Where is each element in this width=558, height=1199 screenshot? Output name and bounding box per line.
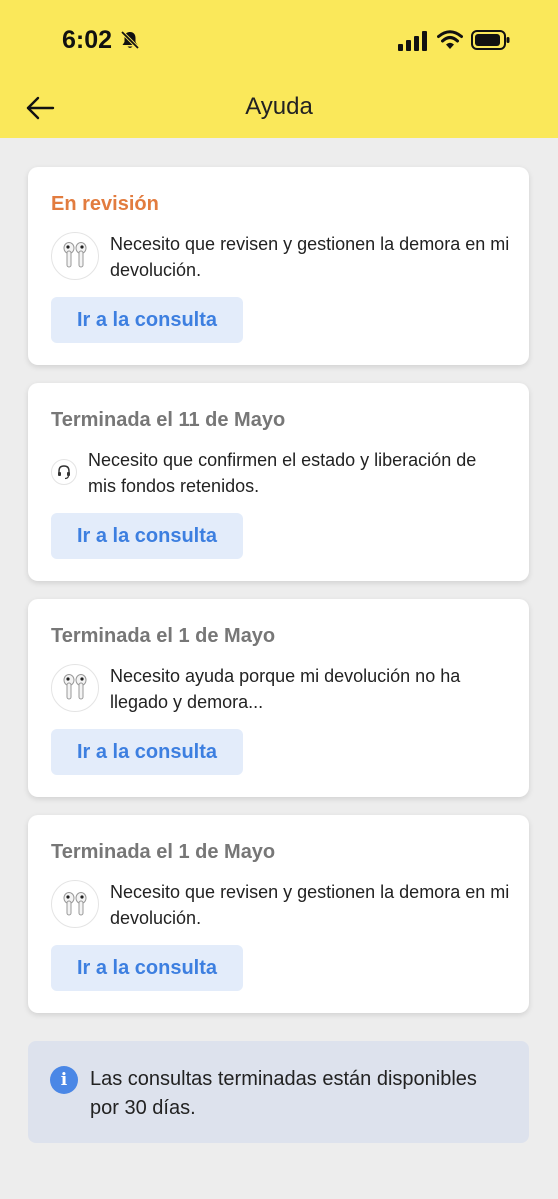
earbuds-thumbnail	[51, 232, 99, 280]
go-to-inquiry-button[interactable]: Ir a la consulta	[51, 513, 243, 559]
card-status: En revisión	[51, 193, 159, 215]
info-banner: i Las consultas terminadas están disponi…	[28, 1041, 529, 1143]
card-status: Terminada el 1 de Mayo	[51, 625, 276, 647]
earbuds-icon	[63, 892, 87, 916]
page-title: Ayuda	[245, 93, 313, 120]
inquiry-card: Terminada el 11 de Mayo Necesito que con…	[28, 383, 529, 581]
go-to-inquiry-button[interactable]: Ir a la consulta	[51, 945, 243, 991]
earbuds-thumbnail	[51, 664, 99, 712]
headset-thumbnail	[51, 459, 77, 485]
status-time: 6:02	[62, 26, 113, 54]
go-to-inquiry-button[interactable]: Ir a la consulta	[51, 297, 243, 343]
inquiry-card: Terminada el 1 de Mayo Necesito que revi…	[28, 815, 529, 1013]
earbuds-icon	[63, 242, 87, 268]
card-status: Terminada el 1 de Mayo	[51, 841, 276, 863]
battery-icon	[471, 30, 510, 50]
earbuds-thumbnail	[51, 880, 99, 928]
status-bar: 6:02	[0, 0, 558, 82]
inquiry-card: En revisión Necesito que revisen y gesti…	[28, 167, 529, 365]
headset-icon	[58, 465, 70, 480]
wifi-icon	[437, 30, 463, 49]
bell-slash-icon	[120, 30, 140, 50]
card-description: Necesito que revisen y gestionen la demo…	[110, 234, 510, 280]
earbuds-icon	[63, 674, 87, 700]
signal-icon	[398, 31, 427, 51]
card-description: Necesito que revisen y gestionen la demo…	[110, 882, 510, 928]
info-text: Las consultas terminadas están disponibl…	[90, 1068, 477, 1119]
go-to-inquiry-button[interactable]: Ir a la consulta	[51, 729, 243, 775]
card-description: Necesito que confirmen el estado y liber…	[88, 450, 477, 496]
app-header: 6:02 Ayuda	[0, 0, 558, 138]
card-description: Necesito ayuda porque mi devolución no h…	[110, 666, 461, 712]
inquiry-card: Terminada el 1 de Mayo Necesito ayuda po…	[28, 599, 529, 797]
card-status: Terminada el 11 de Mayo	[51, 409, 286, 431]
info-icon: i	[50, 1066, 78, 1094]
